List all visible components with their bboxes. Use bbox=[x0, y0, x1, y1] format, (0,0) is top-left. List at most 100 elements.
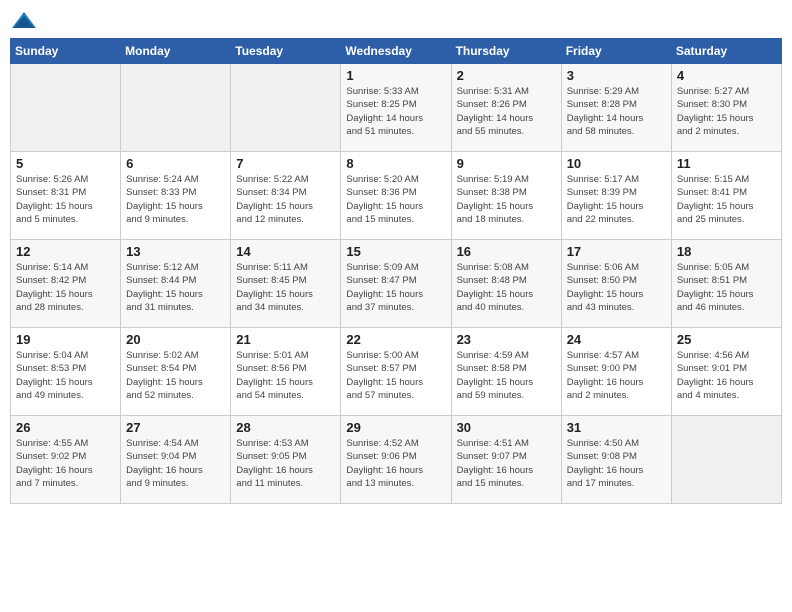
day-info-line: Sunset: 8:47 PM bbox=[346, 274, 445, 287]
day-number: 4 bbox=[677, 68, 776, 83]
page-header bbox=[10, 10, 782, 32]
day-number: 6 bbox=[126, 156, 225, 171]
day-info-line: and 40 minutes. bbox=[457, 301, 556, 314]
day-info-line: Daylight: 16 hours bbox=[567, 376, 666, 389]
day-info-line: and 7 minutes. bbox=[16, 477, 115, 490]
calendar-cell: 4Sunrise: 5:27 AMSunset: 8:30 PMDaylight… bbox=[671, 64, 781, 152]
day-number: 11 bbox=[677, 156, 776, 171]
calendar-cell: 27Sunrise: 4:54 AMSunset: 9:04 PMDayligh… bbox=[121, 416, 231, 504]
day-info-line: Sunrise: 5:26 AM bbox=[16, 173, 115, 186]
day-info-line: Sunrise: 5:00 AM bbox=[346, 349, 445, 362]
header-row: SundayMondayTuesdayWednesdayThursdayFrid… bbox=[11, 39, 782, 64]
day-info-line: Sunset: 8:44 PM bbox=[126, 274, 225, 287]
day-info-line: Daylight: 15 hours bbox=[16, 376, 115, 389]
day-number: 15 bbox=[346, 244, 445, 259]
day-number: 23 bbox=[457, 332, 556, 347]
day-info-line: Sunset: 9:07 PM bbox=[457, 450, 556, 463]
calendar-cell: 15Sunrise: 5:09 AMSunset: 8:47 PMDayligh… bbox=[341, 240, 451, 328]
day-info-line: Daylight: 16 hours bbox=[126, 464, 225, 477]
calendar-cell: 14Sunrise: 5:11 AMSunset: 8:45 PMDayligh… bbox=[231, 240, 341, 328]
day-info-line: and 57 minutes. bbox=[346, 389, 445, 402]
calendar-cell: 26Sunrise: 4:55 AMSunset: 9:02 PMDayligh… bbox=[11, 416, 121, 504]
day-number: 17 bbox=[567, 244, 666, 259]
day-info-line: Sunset: 9:02 PM bbox=[16, 450, 115, 463]
calendar-cell: 18Sunrise: 5:05 AMSunset: 8:51 PMDayligh… bbox=[671, 240, 781, 328]
day-info-line: Sunset: 8:26 PM bbox=[457, 98, 556, 111]
calendar-cell: 17Sunrise: 5:06 AMSunset: 8:50 PMDayligh… bbox=[561, 240, 671, 328]
day-number: 12 bbox=[16, 244, 115, 259]
day-info-line: Sunrise: 5:31 AM bbox=[457, 85, 556, 98]
calendar-cell: 11Sunrise: 5:15 AMSunset: 8:41 PMDayligh… bbox=[671, 152, 781, 240]
day-info-line: Sunrise: 5:33 AM bbox=[346, 85, 445, 98]
day-info-line: and 18 minutes. bbox=[457, 213, 556, 226]
day-info-line: Sunset: 9:00 PM bbox=[567, 362, 666, 375]
day-number: 10 bbox=[567, 156, 666, 171]
day-info-line: Sunset: 8:28 PM bbox=[567, 98, 666, 111]
day-info-line: and 4 minutes. bbox=[677, 389, 776, 402]
day-info-line: and 2 minutes. bbox=[677, 125, 776, 138]
day-info-line: Daylight: 15 hours bbox=[346, 200, 445, 213]
day-info-line: Daylight: 15 hours bbox=[346, 288, 445, 301]
weekday-header: Monday bbox=[121, 39, 231, 64]
day-info-line: Sunrise: 4:51 AM bbox=[457, 437, 556, 450]
day-info-line: Sunrise: 5:29 AM bbox=[567, 85, 666, 98]
day-number: 27 bbox=[126, 420, 225, 435]
day-info-line: Sunset: 9:04 PM bbox=[126, 450, 225, 463]
day-info-line: Sunset: 8:45 PM bbox=[236, 274, 335, 287]
day-number: 14 bbox=[236, 244, 335, 259]
day-info-line: Sunset: 8:30 PM bbox=[677, 98, 776, 111]
day-info-line: Daylight: 15 hours bbox=[236, 288, 335, 301]
day-info-line: and 37 minutes. bbox=[346, 301, 445, 314]
day-info-line: Sunset: 8:51 PM bbox=[677, 274, 776, 287]
calendar-cell: 22Sunrise: 5:00 AMSunset: 8:57 PMDayligh… bbox=[341, 328, 451, 416]
day-info-line: Sunrise: 5:12 AM bbox=[126, 261, 225, 274]
day-info-line: Sunrise: 4:56 AM bbox=[677, 349, 776, 362]
day-info-line: Sunrise: 4:52 AM bbox=[346, 437, 445, 450]
calendar-cell: 10Sunrise: 5:17 AMSunset: 8:39 PMDayligh… bbox=[561, 152, 671, 240]
day-info-line: Daylight: 16 hours bbox=[346, 464, 445, 477]
day-number: 13 bbox=[126, 244, 225, 259]
day-info-line: Sunrise: 5:17 AM bbox=[567, 173, 666, 186]
day-info-line: Daylight: 14 hours bbox=[567, 112, 666, 125]
calendar-table: SundayMondayTuesdayWednesdayThursdayFrid… bbox=[10, 38, 782, 504]
day-info-line: and 59 minutes. bbox=[457, 389, 556, 402]
calendar-week-row: 26Sunrise: 4:55 AMSunset: 9:02 PMDayligh… bbox=[11, 416, 782, 504]
day-info-line: and 12 minutes. bbox=[236, 213, 335, 226]
calendar-cell: 8Sunrise: 5:20 AMSunset: 8:36 PMDaylight… bbox=[341, 152, 451, 240]
day-number: 19 bbox=[16, 332, 115, 347]
day-info-line: Daylight: 15 hours bbox=[677, 112, 776, 125]
day-info-line: Daylight: 15 hours bbox=[346, 376, 445, 389]
day-info-line: and 11 minutes. bbox=[236, 477, 335, 490]
calendar-cell: 12Sunrise: 5:14 AMSunset: 8:42 PMDayligh… bbox=[11, 240, 121, 328]
day-info-line: Sunset: 8:53 PM bbox=[16, 362, 115, 375]
day-number: 24 bbox=[567, 332, 666, 347]
day-info-line: Sunrise: 5:14 AM bbox=[16, 261, 115, 274]
day-info-line: and 17 minutes. bbox=[567, 477, 666, 490]
weekday-header: Thursday bbox=[451, 39, 561, 64]
day-info-line: Daylight: 15 hours bbox=[16, 200, 115, 213]
day-info-line: Sunset: 8:42 PM bbox=[16, 274, 115, 287]
day-info-line: and 25 minutes. bbox=[677, 213, 776, 226]
day-info-line: Sunrise: 5:20 AM bbox=[346, 173, 445, 186]
day-number: 7 bbox=[236, 156, 335, 171]
calendar-cell: 9Sunrise: 5:19 AMSunset: 8:38 PMDaylight… bbox=[451, 152, 561, 240]
day-info-line: Daylight: 16 hours bbox=[16, 464, 115, 477]
calendar-cell: 25Sunrise: 4:56 AMSunset: 9:01 PMDayligh… bbox=[671, 328, 781, 416]
day-info-line: and 2 minutes. bbox=[567, 389, 666, 402]
day-number: 26 bbox=[16, 420, 115, 435]
day-info-line: Sunrise: 5:24 AM bbox=[126, 173, 225, 186]
day-info-line: Sunset: 8:25 PM bbox=[346, 98, 445, 111]
day-info-line: Sunset: 9:01 PM bbox=[677, 362, 776, 375]
day-info-line: Sunset: 8:50 PM bbox=[567, 274, 666, 287]
day-info-line: Daylight: 15 hours bbox=[677, 288, 776, 301]
day-info-line: Sunset: 8:57 PM bbox=[346, 362, 445, 375]
day-number: 28 bbox=[236, 420, 335, 435]
day-info-line: Daylight: 15 hours bbox=[457, 376, 556, 389]
day-info-line: and 49 minutes. bbox=[16, 389, 115, 402]
day-number: 30 bbox=[457, 420, 556, 435]
calendar-cell bbox=[11, 64, 121, 152]
day-info-line: and 9 minutes. bbox=[126, 477, 225, 490]
calendar-cell: 30Sunrise: 4:51 AMSunset: 9:07 PMDayligh… bbox=[451, 416, 561, 504]
day-info-line: Daylight: 15 hours bbox=[126, 200, 225, 213]
day-number: 16 bbox=[457, 244, 556, 259]
